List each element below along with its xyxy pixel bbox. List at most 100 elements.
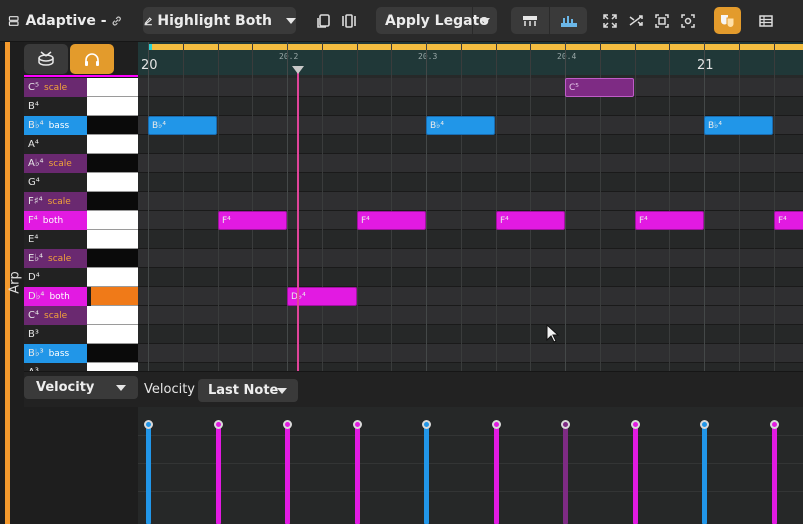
key-row[interactable]: D⁴ bbox=[24, 268, 138, 287]
note-block[interactable]: F⁴ bbox=[635, 211, 704, 230]
velocity-bar[interactable] bbox=[633, 424, 638, 524]
velocity-bar[interactable] bbox=[285, 424, 290, 524]
drum-tab[interactable] bbox=[24, 44, 68, 74]
fit-button[interactable] bbox=[650, 7, 674, 34]
note-block[interactable]: F⁴ bbox=[357, 211, 426, 230]
key-name-label: C⁴ bbox=[28, 310, 39, 321]
key-row[interactable]: B⁴ bbox=[24, 97, 138, 116]
key-row[interactable]: B♭⁴ bass bbox=[24, 116, 138, 135]
key-name-label: G⁴ bbox=[28, 177, 40, 188]
note-block[interactable]: F⁴ bbox=[496, 211, 565, 230]
grid-line bbox=[287, 42, 288, 371]
velocity-bar[interactable] bbox=[424, 424, 429, 524]
velocity-handle[interactable] bbox=[631, 420, 640, 429]
velocity-handle[interactable] bbox=[422, 420, 431, 429]
focus-icon bbox=[681, 13, 695, 28]
piano-key[interactable] bbox=[87, 154, 138, 173]
key-row[interactable]: B³ bbox=[24, 325, 138, 344]
velocity-bar[interactable] bbox=[146, 424, 151, 524]
velocity-handle[interactable] bbox=[700, 420, 709, 429]
shuffle-button[interactable] bbox=[624, 7, 648, 34]
grid-line bbox=[461, 42, 462, 371]
piano-key[interactable] bbox=[87, 344, 138, 363]
duplicate-button[interactable] bbox=[311, 7, 335, 34]
key-row[interactable]: F⁴ both bbox=[24, 211, 138, 230]
key-row[interactable]: E⁴ bbox=[24, 230, 138, 249]
piano-key[interactable] bbox=[87, 97, 138, 116]
expand-button[interactable] bbox=[598, 7, 622, 34]
view-grid-button[interactable] bbox=[511, 7, 549, 34]
piano-key[interactable] bbox=[87, 230, 138, 249]
piano-key[interactable] bbox=[87, 325, 138, 344]
piano-key[interactable] bbox=[87, 306, 138, 325]
note-block[interactable]: B♭⁴ bbox=[426, 116, 495, 135]
key-row[interactable]: D♭⁴ both bbox=[24, 287, 138, 306]
split-button[interactable] bbox=[337, 7, 361, 34]
piano-key[interactable] bbox=[87, 249, 138, 268]
apply-legato-button[interactable]: Apply Legato bbox=[376, 7, 497, 34]
grid-line bbox=[252, 42, 253, 371]
key-name-label: F♯⁴ bbox=[28, 196, 43, 207]
velocity-bar[interactable] bbox=[494, 424, 499, 524]
headphones-tab[interactable] bbox=[70, 44, 114, 74]
velocity-handle[interactable] bbox=[770, 420, 779, 429]
lane-select[interactable]: Velocity bbox=[24, 376, 138, 399]
piano-roll-grid[interactable]: 20 20.2 20.3 20.4 21 C⁵ B♭⁴ B♭⁴ B♭⁴ F⁴ F⁴ F⁴ F⁴… bbox=[138, 42, 803, 371]
view-keys-button[interactable] bbox=[550, 7, 587, 34]
velocity-bar[interactable] bbox=[772, 424, 777, 524]
note-block[interactable]: B♭⁴ bbox=[704, 116, 773, 135]
table-view-button[interactable] bbox=[754, 7, 778, 34]
note-block[interactable]: C⁵ bbox=[565, 78, 634, 97]
key-row[interactable]: A⁴ bbox=[24, 135, 138, 154]
velocity-mode-select[interactable]: Last Note bbox=[198, 379, 298, 402]
focus-button[interactable] bbox=[676, 7, 700, 34]
keyboard-header bbox=[24, 42, 138, 75]
piano-key[interactable] bbox=[87, 78, 138, 97]
velocity-bar[interactable] bbox=[216, 424, 221, 524]
note-block[interactable]: B♭⁴ bbox=[148, 116, 217, 135]
velocity-handle[interactable] bbox=[353, 420, 362, 429]
clip-title-button[interactable]: Adaptive - bbox=[8, 7, 122, 34]
velocity-handle[interactable] bbox=[561, 420, 570, 429]
velocity-handle[interactable] bbox=[144, 420, 153, 429]
chevron-down-icon[interactable] bbox=[480, 18, 490, 24]
ruler-label: 20.2 bbox=[279, 52, 299, 61]
piano-key[interactable] bbox=[87, 363, 138, 371]
key-row[interactable]: A♭⁴ scale bbox=[24, 154, 138, 173]
piano-roll-icon bbox=[523, 15, 537, 26]
grid-line bbox=[530, 42, 531, 371]
velocity-bar[interactable] bbox=[563, 424, 568, 524]
velocity-handle[interactable] bbox=[283, 420, 292, 429]
fit-icon bbox=[655, 13, 669, 28]
note-block[interactable]: F⁴ bbox=[218, 211, 287, 230]
velocity-mode-label: Last Note bbox=[208, 383, 279, 398]
key-row[interactable]: C⁴ scale bbox=[24, 306, 138, 325]
grid-line bbox=[183, 42, 184, 371]
velocity-lane[interactable] bbox=[138, 407, 803, 524]
grid-line bbox=[218, 42, 219, 371]
velocity-handle[interactable] bbox=[492, 420, 501, 429]
note-block[interactable]: F⁴ bbox=[774, 211, 803, 230]
key-row[interactable]: C⁵ scale bbox=[24, 78, 138, 97]
key-row[interactable]: G⁴ bbox=[24, 173, 138, 192]
piano-key[interactable] bbox=[87, 211, 138, 230]
piano-key[interactable] bbox=[87, 192, 138, 211]
key-row[interactable]: E♭⁴ scale bbox=[24, 249, 138, 268]
piano-key[interactable] bbox=[87, 135, 138, 154]
velocity-bar[interactable] bbox=[355, 424, 360, 524]
piano-key[interactable] bbox=[87, 116, 138, 135]
highlighter-icon bbox=[144, 16, 152, 25]
velocity-handle[interactable] bbox=[214, 420, 223, 429]
piano-key[interactable] bbox=[87, 268, 138, 287]
key-row[interactable]: A³ bbox=[24, 363, 138, 371]
key-row[interactable]: F♯⁴ scale bbox=[24, 192, 138, 211]
playhead-handle[interactable] bbox=[292, 66, 304, 74]
velocity-bar[interactable] bbox=[702, 424, 707, 524]
key-name-label: B♭⁴ bbox=[28, 120, 44, 131]
highlight-dropdown[interactable]: Highlight Both bbox=[143, 7, 296, 34]
piano-key[interactable] bbox=[87, 173, 138, 192]
theater-button[interactable] bbox=[714, 7, 741, 34]
ruler-label: 20.3 bbox=[418, 52, 438, 61]
key-row[interactable]: B♭³ bass bbox=[24, 344, 138, 363]
piano-key[interactable] bbox=[91, 287, 138, 306]
